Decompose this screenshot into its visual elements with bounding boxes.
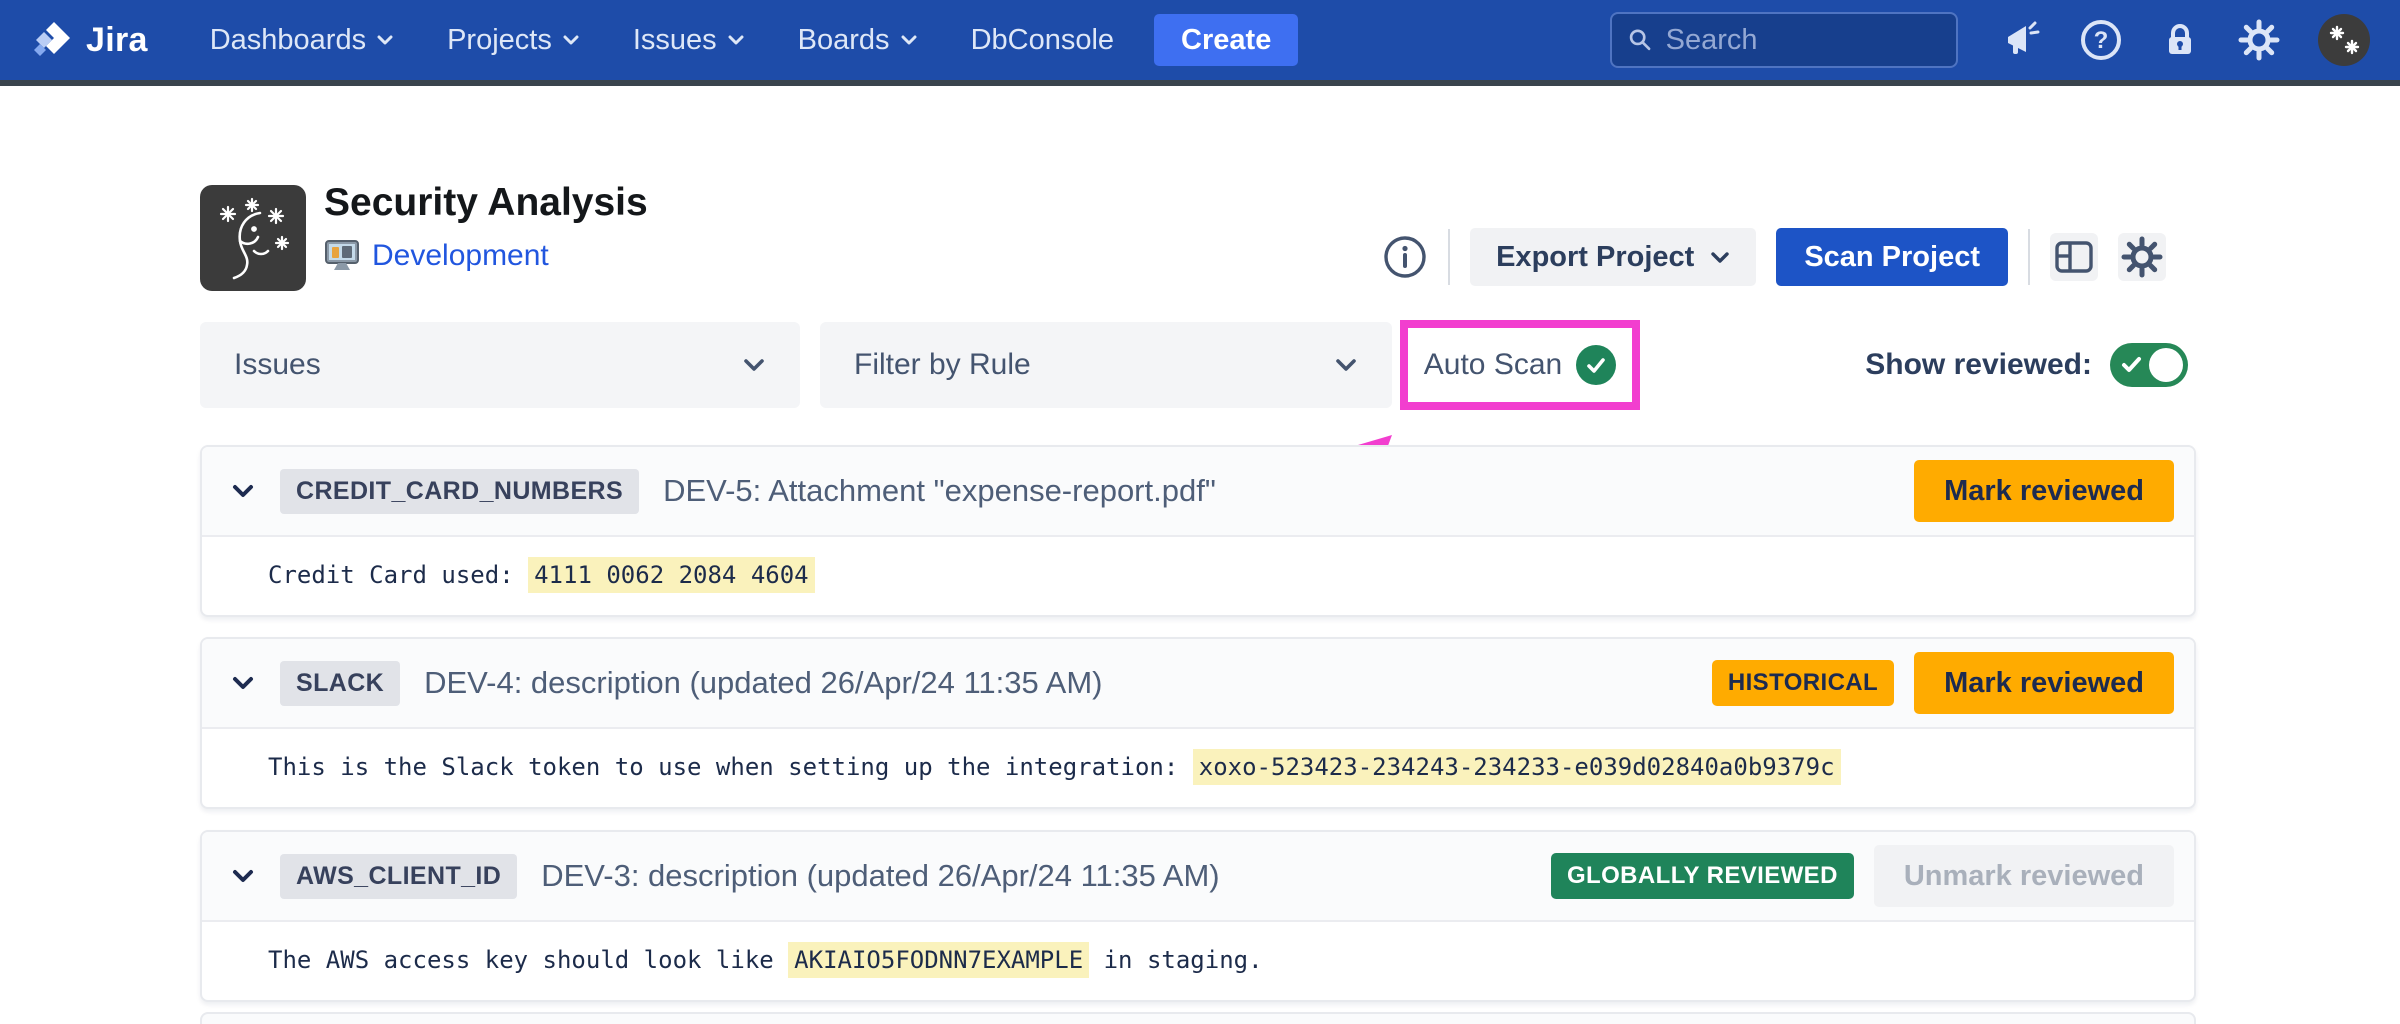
- chevron-down-icon: [1710, 251, 1730, 264]
- panels-icon: [2053, 236, 2095, 278]
- create-button[interactable]: Create: [1154, 14, 1298, 66]
- finding-title: DEV-3: description (updated 26/Apr/24 11…: [541, 858, 1219, 894]
- search-box[interactable]: [1610, 12, 1958, 68]
- finding-content: This is the Slack token to use when sett…: [202, 729, 2194, 805]
- finding-header: AWS_CLIENT_ID DEV-3: description (update…: [202, 832, 2194, 922]
- nav-bottom-border: [0, 80, 2400, 86]
- top-navigation: Jira Dashboards Projects Issues Boards D…: [0, 0, 2400, 80]
- info-button[interactable]: [1382, 234, 1428, 280]
- gear-icon: [2120, 235, 2164, 279]
- nav-boards[interactable]: Boards: [798, 24, 917, 57]
- svg-text:?: ?: [2094, 27, 2109, 54]
- divider: [1448, 229, 1450, 285]
- auto-scan-label: Auto Scan: [1424, 348, 1562, 382]
- layout-panels-button[interactable]: [2050, 233, 2098, 281]
- mark-reviewed-button[interactable]: Mark reviewed: [1914, 460, 2174, 522]
- megaphone-icon: [2002, 20, 2042, 60]
- sensitive-match-highlight: xoxo-523423-234243-234233-e039d02840a0b9…: [1193, 749, 1841, 785]
- chevron-down-icon: [901, 35, 917, 46]
- header-controls: Export Project Scan Project: [1382, 228, 2166, 286]
- sensitive-match-highlight: 4111 0062 2084 4604: [528, 557, 815, 593]
- finding-card-partial: [200, 1012, 2196, 1024]
- finding-card: CREDIT_CARD_NUMBERS DEV-5: Attachment "e…: [200, 445, 2196, 617]
- computer-icon: [324, 239, 360, 273]
- status-badge: GLOBALLY REVIEWED: [1551, 853, 1854, 899]
- check-icon: [2121, 355, 2143, 375]
- finding-content: Credit Card used: 4111 0062 2084 4604: [202, 537, 2194, 613]
- finding-title: DEV-5: Attachment "expense-report.pdf": [663, 473, 1216, 509]
- rule-badge: CREDIT_CARD_NUMBERS: [280, 469, 639, 514]
- finding-card: AWS_CLIENT_ID DEV-3: description (update…: [200, 830, 2196, 1002]
- sensitive-match-highlight: AKIAIO5FODNN7EXAMPLE: [788, 942, 1089, 978]
- user-avatar[interactable]: [2318, 14, 2370, 66]
- export-project-button[interactable]: Export Project: [1470, 228, 1756, 286]
- search-icon: [1628, 26, 1653, 54]
- avatar-snowflake-art: [2324, 20, 2364, 60]
- info-icon: [1382, 234, 1428, 280]
- jira-logo-icon: [30, 18, 74, 62]
- issues-dropdown[interactable]: Issues: [200, 322, 800, 408]
- lock-icon: [2160, 20, 2200, 60]
- rule-badge: AWS_CLIENT_ID: [280, 854, 517, 899]
- brand-name: Jira: [86, 21, 148, 60]
- project-link[interactable]: Development: [372, 239, 549, 273]
- show-reviewed-toggle[interactable]: [2110, 343, 2188, 387]
- page-header: Security Analysis Development Export Pro…: [200, 185, 2200, 295]
- unmark-reviewed-button[interactable]: Unmark reviewed: [1874, 845, 2174, 907]
- nav-issues[interactable]: Issues: [633, 24, 744, 57]
- nav-dbconsole[interactable]: DbConsole: [971, 24, 1114, 57]
- gear-icon: [2237, 18, 2281, 62]
- show-reviewed-label: Show reviewed:: [1865, 348, 2092, 382]
- auto-scan-annotation-box: Auto Scan: [1400, 320, 1640, 410]
- show-reviewed-control: Show reviewed:: [1865, 322, 2188, 408]
- chevron-down-icon: [377, 35, 393, 46]
- rule-badge: SLACK: [280, 661, 400, 706]
- jira-logo[interactable]: Jira: [30, 18, 148, 62]
- chevron-down-icon: [563, 35, 579, 46]
- permissions-button[interactable]: [2160, 20, 2200, 60]
- chevron-down-icon: [728, 35, 744, 46]
- settings-button[interactable]: [2237, 18, 2281, 62]
- nav-utility-icons: ?: [2002, 14, 2370, 66]
- divider: [2028, 229, 2030, 285]
- chevron-down-icon: [1334, 358, 1358, 373]
- expand-chevron-icon[interactable]: [232, 676, 254, 690]
- announcements-button[interactable]: [2002, 20, 2042, 60]
- help-icon: ?: [2079, 18, 2123, 62]
- check-icon: [1584, 353, 1608, 377]
- nav-projects[interactable]: Projects: [447, 24, 579, 57]
- filter-by-rule-dropdown[interactable]: Filter by Rule: [820, 322, 1392, 408]
- status-badge: HISTORICAL: [1712, 660, 1894, 706]
- finding-header: SLACK DEV-4: description (updated 26/Apr…: [202, 639, 2194, 729]
- mark-reviewed-button[interactable]: Mark reviewed: [1914, 652, 2174, 714]
- search-input[interactable]: [1666, 24, 1940, 57]
- scan-project-button[interactable]: Scan Project: [1776, 228, 2008, 286]
- chevron-down-icon: [742, 358, 766, 373]
- expand-chevron-icon[interactable]: [232, 869, 254, 883]
- help-button[interactable]: ?: [2079, 18, 2123, 62]
- expand-chevron-icon[interactable]: [232, 484, 254, 498]
- app-avatar: [200, 185, 306, 291]
- page-title: Security Analysis: [324, 181, 648, 225]
- finding-card: SLACK DEV-4: description (updated 26/Apr…: [200, 637, 2196, 809]
- page-settings-button[interactable]: [2118, 233, 2166, 281]
- filter-bar: Issues Filter by Rule Auto Scan Show rev…: [200, 322, 2200, 408]
- face-snowflakes-art: [210, 195, 296, 281]
- auto-scan-toggle[interactable]: [1576, 345, 1616, 385]
- toggle-knob: [2149, 348, 2183, 382]
- finding-title: DEV-4: description (updated 26/Apr/24 11…: [424, 665, 1102, 701]
- primary-nav: Dashboards Projects Issues Boards DbCons…: [210, 24, 1114, 57]
- finding-header: CREDIT_CARD_NUMBERS DEV-5: Attachment "e…: [202, 447, 2194, 537]
- nav-dashboards[interactable]: Dashboards: [210, 24, 393, 57]
- finding-content: The AWS access key should look like AKIA…: [202, 922, 2194, 998]
- project-breadcrumb: Development: [324, 239, 549, 273]
